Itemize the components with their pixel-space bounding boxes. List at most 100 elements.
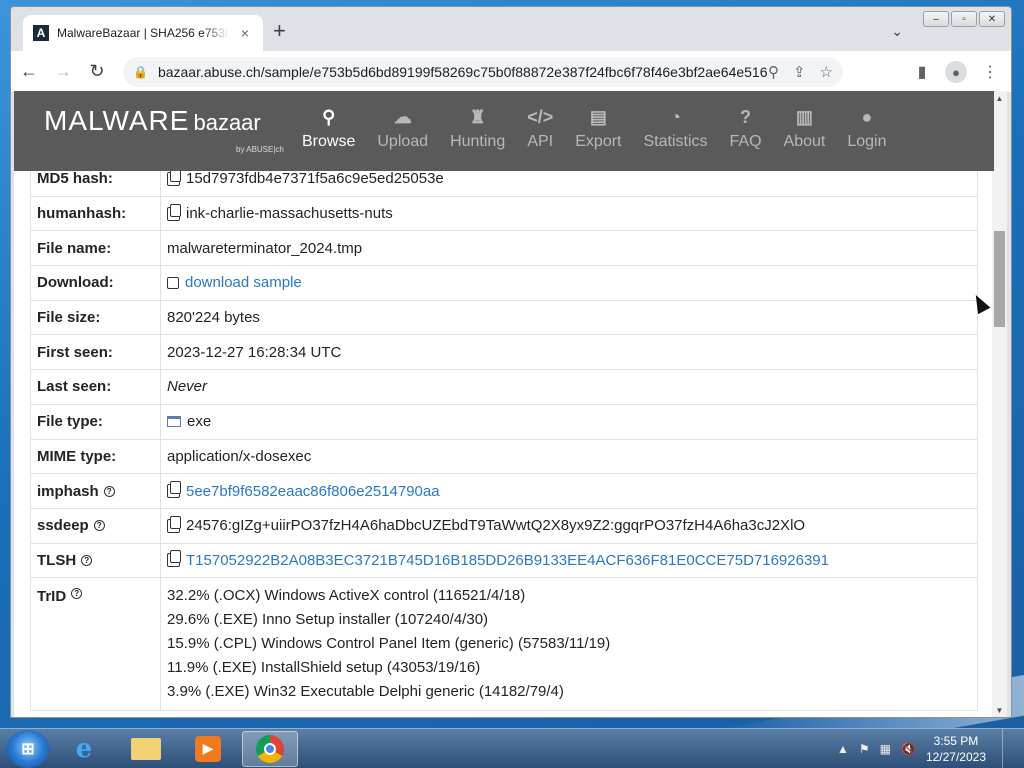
nav-browse[interactable]: ⚲ Browse [302,105,355,151]
lastseen-value: Never [167,378,208,396]
browser-toolbar: ← → ↻ 🔒 bazaar.abuse.ch/sample/e753b5d6b… [11,51,1011,93]
nav-label: Login [847,133,887,150]
cloud-upload-icon: ☁ [393,107,412,127]
site-nav: ⚲ Browse ☁ Upload ♜ Hunting </> API ▤ Ex… [302,105,909,151]
logo-sub-text: bazaar [193,110,261,135]
tab-close-icon[interactable]: × [237,25,253,41]
url-text[interactable]: bazaar.abuse.ch/sample/e753b5d6bd89199f5… [158,64,768,80]
browser-menu-icon[interactable]: ⋮ [977,59,1003,85]
scrollbar-thumb[interactable] [994,231,1005,327]
copy-icon[interactable] [167,515,181,533]
nav-label: Export [575,133,622,150]
tab-malwarebazaar[interactable]: A MalwareBazaar | SHA256 e753b5 × [23,15,263,51]
back-button[interactable]: ← [13,56,45,88]
trid-entry: 15.9% (.CPL) Windows Control Panel Item … [167,635,611,653]
copy-icon[interactable] [167,550,181,568]
row-label: Last seen: [31,370,161,404]
tlsh-label: TLSH [37,551,77,569]
page-viewport: MALWARE bazaar by ABUSE|ch ⚲ Browse ☁ Upl… [14,91,994,717]
site-logo[interactable]: MALWARE bazaar by ABUSE|ch [44,105,284,154]
taskbar-internet-explorer[interactable]: e [56,731,112,767]
download-sample-link[interactable]: download sample [185,274,302,291]
nav-export[interactable]: ▤ Export [575,105,621,151]
forward-button[interactable]: → [47,56,79,88]
malwarebazaar-favicon-icon: A [33,25,49,41]
tab-title: MalwareBazaar | SHA256 e753b5 [57,26,229,40]
taskbar-media-player[interactable]: ▶ [180,731,236,767]
nav-faq[interactable]: ? FAQ [730,105,762,151]
row-value: 5ee7bf9f6582eaac86f806e2514790aa [161,474,977,508]
tlsh-link[interactable]: T157052922B2A08B3EC3721B745D16B185DD26B9… [186,552,829,569]
table-row-humanhash: humanhash: ink-charlie-massachusetts-nut… [31,195,977,231]
page-scrollbar[interactable]: ▲ ▼ [992,91,1007,717]
nav-label: Browse [302,133,356,150]
scroll-up-arrow-icon[interactable]: ▲ [992,91,1007,105]
nav-statistics[interactable]: ◔ Statistics [644,105,708,151]
lock-icon[interactable]: 🔒 [133,65,148,79]
row-label: TrID ? [31,578,161,711]
action-center-flag-icon[interactable]: ⚑ [859,742,870,756]
code-icon: </> [527,107,554,127]
help-icon[interactable]: ? [71,588,83,600]
folder-icon [131,737,161,760]
question-circle-icon: ? [740,107,752,127]
nav-label: Hunting [450,133,506,150]
start-button[interactable]: ⊞ [6,729,50,768]
imphash-link[interactable]: 5ee7bf9f6582eaac86f806e2514790aa [186,483,440,500]
table-row-mime: MIME type: application/x-dosexec [31,438,977,474]
clock-date: 12/27/2023 [925,750,986,764]
volume-muted-icon[interactable]: 🔇 [901,742,916,756]
nav-label: API [527,133,554,150]
md5-value: 15d7973fdb4e7371f5a6c9e5ed25053e [186,170,444,188]
window-controls: – ▫ ✕ [923,11,1005,27]
window-app-icon [167,416,181,428]
system-tray: ▲ ⚑ ▦ 🔇 3:55 PM 12/27/2023 [837,729,1024,768]
row-value: exe [161,405,977,439]
help-icon[interactable]: ? [103,485,115,497]
help-icon[interactable]: ? [81,554,93,566]
row-label: imphash ? [31,474,161,508]
tab-search-chevron-icon[interactable]: ⌄ [891,23,903,40]
nav-upload[interactable]: ☁ Upload [377,105,428,151]
ssdeep-label: ssdeep [37,517,89,535]
copy-icon[interactable] [167,481,181,499]
taskbar-chrome[interactable] [242,730,298,767]
copy-icon[interactable] [167,203,181,221]
nav-hunting[interactable]: ♜ Hunting [450,105,505,151]
row-label: humanhash: [31,196,161,231]
share-icon[interactable]: ⇪ [793,63,806,81]
copy-icon[interactable] [167,168,181,186]
media-player-icon: ▶ [195,735,221,762]
close-window-button[interactable]: ✕ [979,11,1005,27]
help-icon[interactable]: ? [93,520,105,532]
taskbar-explorer[interactable] [118,731,174,767]
search-icon: ⚲ [322,107,336,127]
nav-label: Statistics [643,133,708,150]
tray-expand-arrow-icon[interactable]: ▲ [837,742,849,756]
table-row-firstseen: First seen: 2023-12-27 16:28:34 UTC [31,334,977,370]
table-row-filesize: File size: 820'224 bytes [31,299,977,335]
bookmark-star-icon[interactable]: ☆ [820,63,833,81]
row-label: MIME type: [31,439,161,474]
sample-details-table: MD5 hash: 15d7973fdb4e7371f5a6c9e5ed2505… [30,161,978,712]
clock[interactable]: 3:55 PM 12/27/2023 [926,733,986,765]
maximize-button[interactable]: ▫ [951,11,977,27]
address-bar[interactable]: 🔒 bazaar.abuse.ch/sample/e753b5d6bd89199… [123,57,843,87]
network-icon[interactable]: ▦ [880,742,891,756]
table-row-lastseen: Last seen: Never [31,369,977,404]
reload-button[interactable]: ↻ [81,56,113,88]
profile-avatar-icon[interactable]: ● [945,61,967,83]
nav-login[interactable]: ● Login [847,105,886,151]
nav-api[interactable]: </> API [527,105,553,151]
scroll-down-arrow-icon[interactable]: ▼ [992,703,1007,717]
nav-about[interactable]: ▥ About [784,105,826,151]
zoom-icon[interactable]: ⚲ [768,63,779,81]
nav-label: Upload [377,133,429,150]
building-icon: ▥ [795,107,813,127]
internet-explorer-icon: e [75,733,93,764]
new-tab-button[interactable]: + [273,20,286,42]
show-desktop-button[interactable] [1002,729,1014,768]
toolbar-right: ▮ ● ⋮ [909,59,1003,85]
side-panel-icon[interactable]: ▮ [909,59,935,85]
minimize-button[interactable]: – [923,11,949,27]
